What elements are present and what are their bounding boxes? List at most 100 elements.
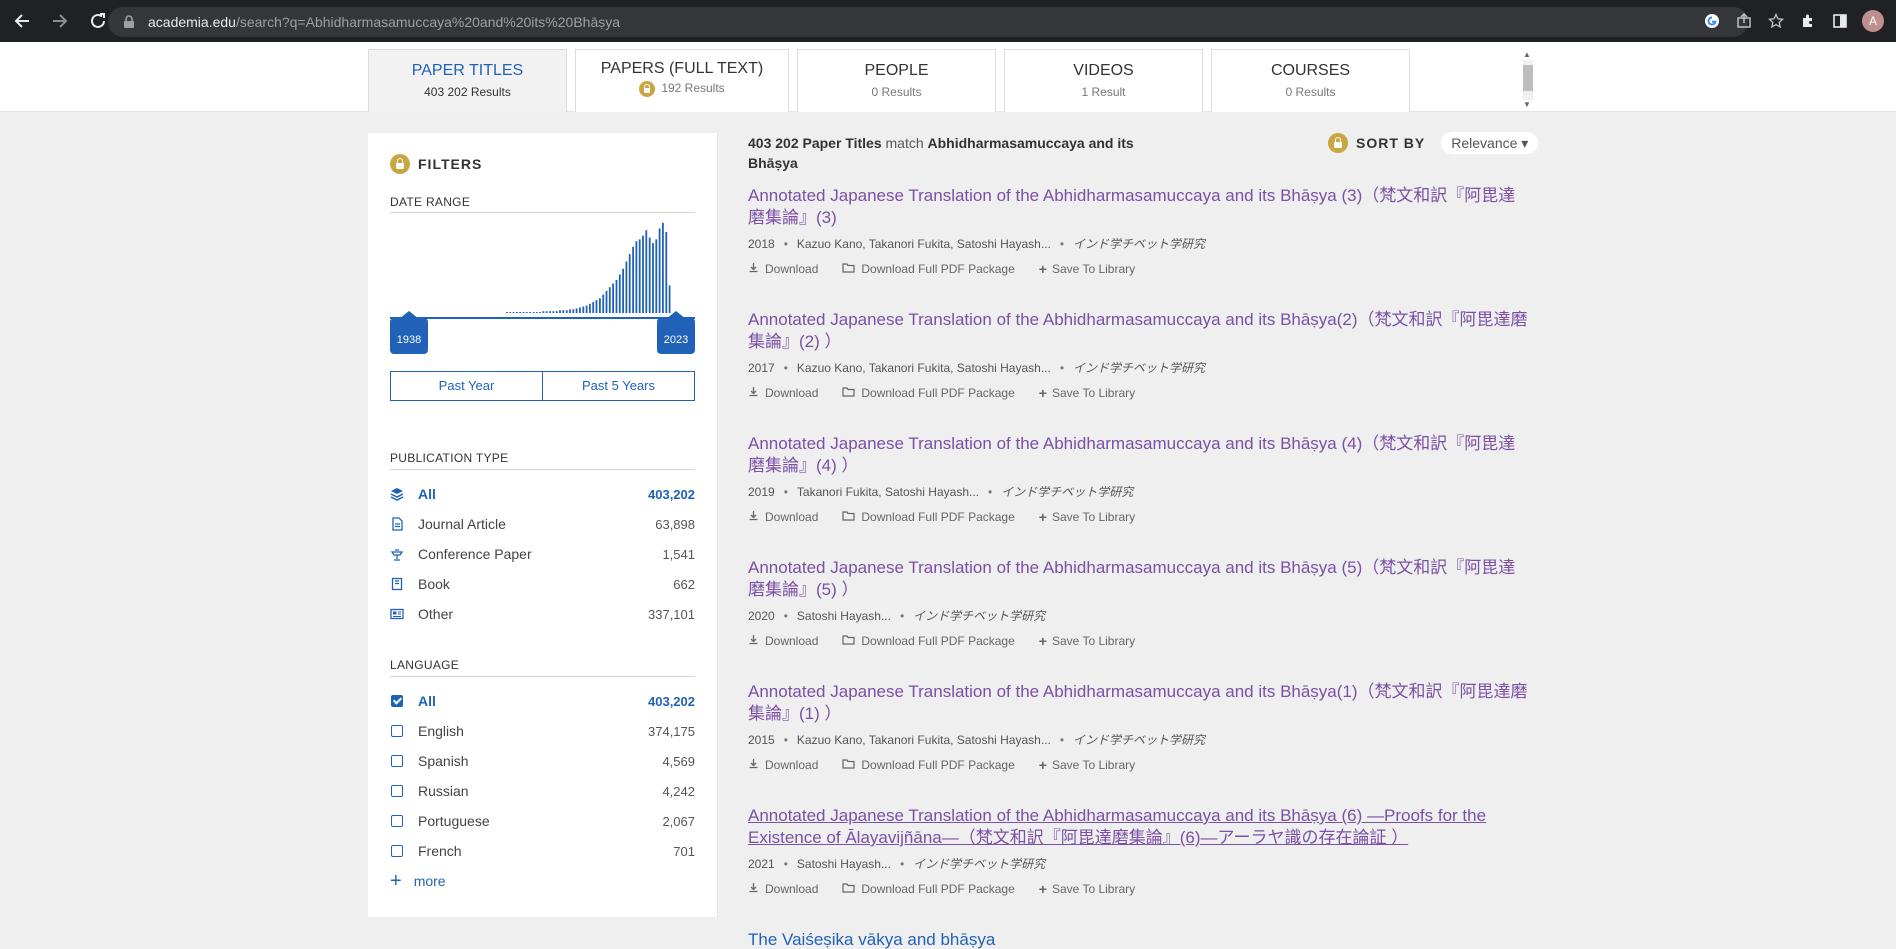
- save-to-library-button[interactable]: + Save To Library: [1039, 881, 1135, 897]
- download-pdf-package-button[interactable]: Download Full PDF Package: [842, 758, 1015, 772]
- pubtype-conference-paper[interactable]: Conference Paper 1,541: [390, 543, 695, 565]
- tabs-scrollbar[interactable]: ▲ ▼: [1519, 50, 1535, 110]
- tab-people[interactable]: PEOPLE 0 Results: [797, 49, 996, 112]
- language-portuguese[interactable]: Portuguese 2,067: [390, 810, 695, 832]
- result-authors[interactable]: Takanori Fukita, Satoshi Hayash...: [797, 485, 979, 499]
- tab-paper-titles[interactable]: PAPER TITLES 403 202 Results: [368, 49, 567, 112]
- result-authors[interactable]: Satoshi Hayash...: [797, 857, 891, 871]
- histogram-bar: [665, 232, 668, 313]
- save-to-library-button[interactable]: + Save To Library: [1039, 757, 1135, 773]
- date-end-handle[interactable]: 2023: [657, 311, 695, 354]
- forward-arrow-icon[interactable]: [44, 5, 76, 37]
- tab-courses[interactable]: COURSES 0 Results: [1211, 49, 1410, 112]
- result-title-link[interactable]: Annotated Japanese Translation of the Ab…: [748, 805, 1528, 849]
- download-pdf-package-button[interactable]: Download Full PDF Package: [842, 882, 1015, 896]
- profile-avatar[interactable]: A: [1862, 10, 1884, 32]
- download-button[interactable]: Download: [748, 758, 818, 772]
- result-year: 2018: [748, 237, 775, 251]
- plus-icon: +: [390, 870, 402, 892]
- save-to-library-button[interactable]: + Save To Library: [1039, 385, 1135, 401]
- checkbox[interactable]: [391, 815, 403, 827]
- save-to-library-button[interactable]: + Save To Library: [1039, 261, 1135, 277]
- checkbox[interactable]: [391, 845, 403, 857]
- date-histogram: [506, 222, 671, 313]
- layers-icon: [390, 487, 404, 501]
- google-icon[interactable]: [1701, 10, 1723, 32]
- histogram-bar: [585, 305, 588, 313]
- result-authors[interactable]: Satoshi Hayash...: [797, 609, 891, 623]
- result-title-link[interactable]: Annotated Japanese Translation of the Ab…: [748, 185, 1528, 229]
- download-button[interactable]: Download: [748, 882, 818, 896]
- language-russian[interactable]: Russian 4,242: [390, 780, 695, 802]
- language-french[interactable]: French 701: [390, 840, 695, 862]
- lock-icon: [124, 15, 134, 28]
- checkbox[interactable]: [391, 785, 403, 797]
- result-year: 2015: [748, 733, 775, 747]
- download-button[interactable]: Download: [748, 262, 818, 276]
- result-title-link[interactable]: Annotated Japanese Translation of the Ab…: [748, 309, 1528, 353]
- share-icon[interactable]: [1733, 10, 1755, 32]
- download-pdf-package-button[interactable]: Download Full PDF Package: [842, 510, 1015, 524]
- language-spanish[interactable]: Spanish 4,569: [390, 750, 695, 772]
- download-button[interactable]: Download: [748, 510, 818, 524]
- language-label: French: [418, 843, 462, 859]
- download-pdf-package-button[interactable]: Download Full PDF Package: [842, 634, 1015, 648]
- result-authors[interactable]: Kazuo Kano, Takanori Fukita, Satoshi Hay…: [797, 361, 1051, 375]
- past-year-button[interactable]: Past Year: [391, 372, 542, 400]
- result-authors[interactable]: Kazuo Kano, Takanori Fukita, Satoshi Hay…: [797, 733, 1051, 747]
- pubtype-journal-article[interactable]: Journal Article 63,898: [390, 513, 695, 535]
- scroll-up-arrow-icon[interactable]: ▲: [1523, 50, 1531, 59]
- date-start-handle[interactable]: 1938: [390, 311, 428, 354]
- address-bar[interactable]: academia.edu/search?q=Abhidharmasamuccay…: [108, 7, 1748, 37]
- save-to-library-button[interactable]: + Save To Library: [1039, 633, 1135, 649]
- pubtype-other[interactable]: Other 337,101: [390, 603, 695, 625]
- result-title-link[interactable]: Annotated Japanese Translation of the Ab…: [748, 681, 1528, 725]
- more-label: more: [413, 873, 446, 889]
- pubtype-all[interactable]: All 403,202: [390, 483, 695, 505]
- language-label: All: [418, 693, 436, 709]
- more-languages-link[interactable]: + more: [390, 871, 446, 891]
- result-authors[interactable]: Kazuo Kano, Takanori Fukita, Satoshi Hay…: [797, 237, 1051, 251]
- checkbox[interactable]: [391, 755, 403, 767]
- sort-label: SORT BY: [1356, 135, 1426, 151]
- result-title-link[interactable]: Annotated Japanese Translation of the Ab…: [748, 557, 1528, 601]
- scroll-down-arrow-icon[interactable]: ▼: [1523, 100, 1531, 109]
- download-pdf-package-button[interactable]: Download Full PDF Package: [842, 386, 1015, 400]
- scroll-thumb[interactable]: [1523, 65, 1533, 91]
- date-slider-track[interactable]: [390, 317, 695, 319]
- lectern-icon: [390, 547, 404, 561]
- download-button[interactable]: Download: [748, 386, 818, 400]
- filters-panel: FILTERS DATE RANGE 1938 2023 Past Year P…: [368, 133, 718, 917]
- document-icon: [390, 517, 404, 531]
- histogram-bar: [589, 303, 591, 313]
- histogram-bar: [612, 283, 614, 313]
- side-panel-icon[interactable]: [1829, 10, 1851, 32]
- star-icon[interactable]: [1765, 10, 1787, 32]
- histogram-bar: [599, 298, 601, 313]
- extensions-icon[interactable]: [1797, 10, 1819, 32]
- back-arrow-icon[interactable]: [6, 5, 38, 37]
- language-english[interactable]: English 374,175: [390, 720, 695, 742]
- language-all[interactable]: All 403,202: [390, 690, 695, 712]
- checkbox-checked[interactable]: [391, 695, 403, 707]
- plus-icon: +: [1038, 509, 1047, 525]
- plus-icon: +: [1038, 385, 1047, 401]
- result-title-link[interactable]: The Vaiśeṣika vākya and bhāṣya: [748, 929, 1528, 949]
- download-pdf-package-button[interactable]: Download Full PDF Package: [842, 262, 1015, 276]
- tab-videos[interactable]: VIDEOS 1 Result: [1004, 49, 1203, 112]
- tab-papers-full-text[interactable]: PAPERS (FULL TEXT) 192 Results: [575, 49, 789, 112]
- pubtype-book[interactable]: Book 662: [390, 573, 695, 595]
- result-actions: Download Download Full PDF Package + Save T…: [748, 385, 1528, 401]
- histogram-bar: [668, 285, 671, 313]
- save-to-library-button[interactable]: + Save To Library: [1039, 509, 1135, 525]
- histogram-bar: [655, 239, 658, 313]
- histogram-bar: [618, 274, 621, 313]
- sort-dropdown[interactable]: Relevance ▾: [1441, 132, 1539, 154]
- download-button[interactable]: Download: [748, 634, 818, 648]
- result-meta: 2015 • Kazuo Kano, Takanori Fukita, Satosh…: [748, 733, 1206, 747]
- past-5-years-button[interactable]: Past 5 Years: [542, 372, 694, 400]
- histogram-bar: [595, 300, 598, 313]
- tab-label: PAPERS (FULL TEXT): [600, 60, 764, 77]
- checkbox[interactable]: [391, 725, 403, 737]
- result-title-link[interactable]: Annotated Japanese Translation of the Ab…: [748, 433, 1528, 477]
